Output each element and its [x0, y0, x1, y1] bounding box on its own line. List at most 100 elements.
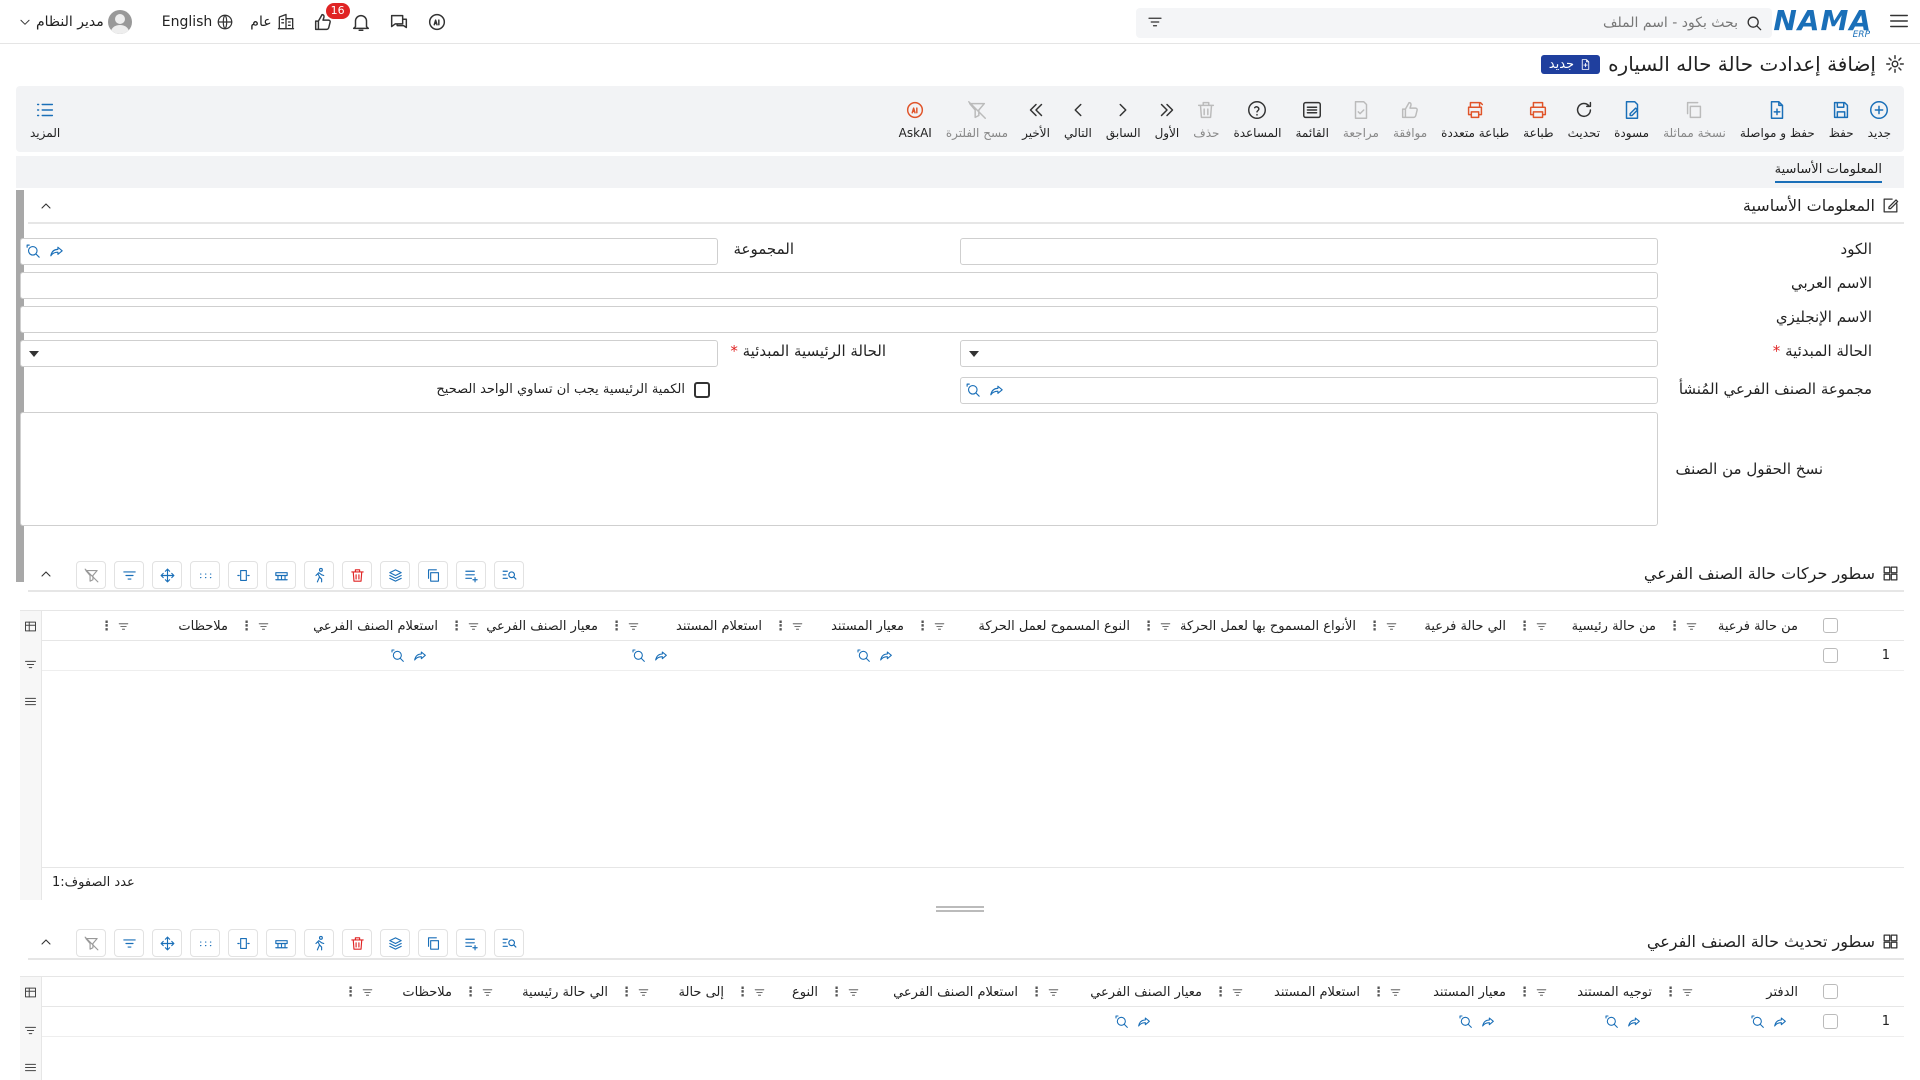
tab-basic-info[interactable]: المعلومات الأساسية — [1774, 162, 1882, 183]
column-header[interactable]: الي حالة رئيسية ⋮ — [458, 977, 614, 1007]
share-icon[interactable] — [48, 243, 65, 260]
column-header[interactable]: الأنواع المسموح بها لعمل الحركة ⋮ — [1136, 611, 1362, 641]
collapse-basic-icon[interactable] — [38, 198, 54, 214]
collapse-grid1-icon[interactable] — [38, 566, 54, 582]
column-header[interactable]: معيار المستند ⋮ — [1366, 977, 1512, 1007]
group-field[interactable] — [20, 238, 718, 265]
next-record-button[interactable]: التالي — [1057, 86, 1099, 152]
messages-button[interactable] — [380, 0, 418, 44]
search-lookup-icon[interactable] — [390, 648, 406, 664]
pane-splitter[interactable] — [936, 906, 984, 912]
code-field[interactable] — [960, 238, 1658, 265]
filter-button[interactable] — [114, 929, 144, 957]
column-header[interactable]: الي حالة فرعية ⋮ — [1362, 611, 1512, 641]
column-filter-icon[interactable] — [791, 620, 804, 633]
last-record-button[interactable]: الأخير — [1015, 86, 1057, 152]
share-icon[interactable] — [1480, 1014, 1496, 1030]
column-header[interactable]: معيار المستند ⋮ — [768, 611, 910, 641]
previous-record-button[interactable]: السابق — [1099, 86, 1148, 152]
first-record-button[interactable]: الأول — [1148, 86, 1187, 152]
run-button[interactable] — [304, 929, 334, 957]
origin-group-field[interactable] — [960, 377, 1658, 404]
column-filter-icon[interactable] — [1685, 620, 1698, 633]
column-header[interactable]: معيار الصنف الفرعي ⋮ — [1024, 977, 1208, 1007]
menu-lines-icon[interactable] — [23, 694, 38, 709]
search-lookup-icon[interactable] — [965, 382, 982, 399]
column-filter-icon[interactable] — [1385, 620, 1398, 633]
dots-grid-button[interactable] — [190, 929, 220, 957]
notifications-button[interactable] — [342, 0, 380, 44]
search-icon[interactable] — [1744, 13, 1764, 33]
freeze-button[interactable] — [266, 929, 296, 957]
search-lookup-icon[interactable] — [1114, 1014, 1130, 1030]
share-icon[interactable] — [1772, 1014, 1788, 1030]
search-lookup-icon[interactable] — [1458, 1014, 1474, 1030]
column-filter-icon[interactable] — [847, 986, 860, 999]
arabic-name-field[interactable] — [20, 272, 1658, 299]
column-header[interactable]: معيار الصنف الفرعي ⋮ — [444, 611, 604, 641]
refresh-button[interactable]: تحديث — [1561, 86, 1608, 152]
find-button[interactable] — [494, 929, 524, 957]
column-filter-icon[interactable] — [627, 620, 640, 633]
review-button[interactable]: مراجعة — [1336, 86, 1386, 152]
search-lookup-icon[interactable] — [1604, 1014, 1620, 1030]
column-header[interactable]: النوع ⋮ — [730, 977, 824, 1007]
clear-filter-button[interactable] — [76, 929, 106, 957]
delete-row-button[interactable] — [342, 929, 372, 957]
column-header[interactable]: إلى حالة ⋮ — [614, 977, 730, 1007]
column-filter-icon[interactable] — [637, 986, 650, 999]
find-button[interactable] — [494, 561, 524, 589]
column-header[interactable]: الدفتر ⋮ — [1658, 977, 1804, 1007]
share-icon[interactable] — [1136, 1014, 1152, 1030]
column-filter-icon[interactable] — [1047, 986, 1060, 999]
column-header[interactable]: من حالة فرعية ⋮ — [1662, 611, 1804, 641]
column-header[interactable]: من حالة رئيسية ⋮ — [1512, 611, 1662, 641]
share-icon[interactable] — [1626, 1014, 1642, 1030]
table-row[interactable]: 1 — [42, 641, 1904, 671]
row-checkbox[interactable] — [1823, 1014, 1838, 1029]
delete-row-button[interactable] — [342, 561, 372, 589]
dots-grid-button[interactable] — [190, 561, 220, 589]
language-switch[interactable]: English — [154, 0, 243, 44]
ai-assistant-button[interactable] — [418, 0, 456, 44]
clear-filter-button[interactable] — [76, 561, 106, 589]
copy-row-button[interactable] — [418, 929, 448, 957]
approvals-button[interactable]: 16 — [304, 0, 350, 44]
ask-ai-button[interactable]: AskAI — [892, 86, 939, 152]
add-row-button[interactable] — [456, 929, 486, 957]
column-header[interactable]: استعلام المستند ⋮ — [604, 611, 768, 641]
table-icon[interactable] — [23, 619, 38, 634]
table-icon[interactable] — [23, 985, 38, 1000]
search-lookup-icon[interactable] — [631, 648, 647, 664]
hamburger-menu-icon[interactable] — [1888, 10, 1910, 32]
filter-button[interactable] — [114, 561, 144, 589]
column-filter-icon[interactable] — [1535, 620, 1548, 633]
column-header[interactable]: ملاحظات ⋮ — [338, 977, 458, 1007]
list-button[interactable]: القائمة — [1288, 86, 1335, 152]
multi-print-button[interactable]: طباعة متعددة — [1434, 86, 1516, 152]
column-filter-icon[interactable] — [1231, 986, 1244, 999]
collapse-grid2-icon[interactable] — [38, 934, 54, 950]
layers-button[interactable] — [380, 929, 410, 957]
draft-button[interactable]: مسودة — [1607, 86, 1656, 152]
menu-lines-icon[interactable] — [23, 1060, 38, 1075]
search-lookup-icon[interactable] — [856, 648, 872, 664]
column-header[interactable]: النوع المسموح لعمل الحركة ⋮ — [910, 611, 1136, 641]
share-icon[interactable] — [412, 648, 428, 664]
search-filter-icon[interactable] — [1146, 13, 1164, 31]
initial-main-status-select[interactable] — [20, 340, 718, 367]
initial-status-select[interactable] — [960, 340, 1658, 367]
user-menu[interactable]: مدير النظام — [10, 0, 140, 44]
search-lookup-icon[interactable] — [1750, 1014, 1766, 1030]
select-all-checkbox[interactable] — [1823, 618, 1838, 633]
copy-row-button[interactable] — [418, 561, 448, 589]
column-filter-icon[interactable] — [361, 986, 374, 999]
column-filter-icon[interactable] — [1681, 986, 1694, 999]
column-header[interactable]: توجيه المستند ⋮ — [1512, 977, 1658, 1007]
duplicate-button[interactable]: نسخة مماثلة — [1656, 86, 1733, 152]
approve-button[interactable]: موافقة — [1386, 86, 1434, 152]
column-filter-icon[interactable] — [257, 620, 270, 633]
english-name-field[interactable] — [20, 306, 1658, 333]
share-icon[interactable] — [878, 648, 894, 664]
freeze-button[interactable] — [266, 561, 296, 589]
